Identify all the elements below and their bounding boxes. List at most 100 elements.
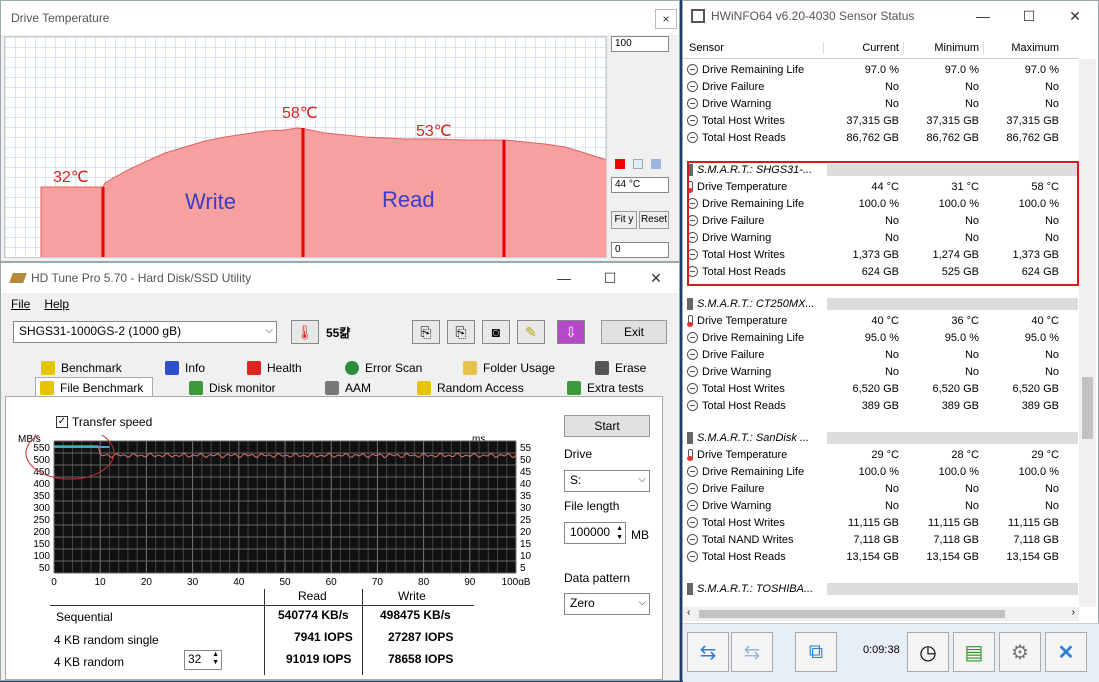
color-swatch-blue[interactable]	[651, 159, 661, 169]
sensor-row[interactable]: Drive Remaining Life 100.0 % 100.0 % 100.0 …	[683, 463, 1078, 480]
clock-icon[interactable]: ◷	[907, 632, 949, 672]
sensor-row[interactable]: Drive Temperature 40 °C 36 °C 40 °C	[683, 312, 1078, 329]
sensor-row[interactable]: Drive Failure No No No	[683, 346, 1078, 363]
hdtune-app-icon	[9, 273, 27, 283]
vertical-scroll-thumb[interactable]	[1082, 377, 1093, 439]
file-length-input[interactable]: 100000 ▲ ▼	[564, 522, 626, 544]
random-access-icon	[417, 381, 431, 395]
hwinfo-footer: ⇆ ⇆ ⧉ 0:09:38 ◷ ▤ ⚙ ✕	[683, 623, 1099, 682]
hwinfo-close-button[interactable]: ✕	[1052, 1, 1098, 31]
log-file-icon[interactable]: ▤	[953, 632, 995, 672]
tab-error-scan[interactable]: Error Scan	[341, 358, 422, 378]
queue-depth-stepper[interactable]: 32 ▲ ▼	[184, 650, 222, 670]
scroll-right-icon[interactable]: ›	[1072, 607, 1075, 618]
col-read-header: Read	[298, 589, 327, 603]
start-button[interactable]: Start	[564, 415, 650, 437]
tab-file-benchmark[interactable]: File Benchmark	[35, 377, 153, 397]
drive-temp-close-button[interactable]: ×	[655, 9, 677, 29]
chart-x-tick: 60	[326, 577, 338, 585]
sensor-row[interactable]: Total Host Reads 13,154 GB 13,154 GB 13,154…	[683, 548, 1078, 565]
sensor-row[interactable]: Drive Remaining Life 97.0 % 97.0 % 97.0 %	[683, 61, 1078, 78]
hdtune-menubar: File Help	[1, 293, 679, 315]
close-button[interactable]: ✕	[633, 263, 679, 293]
col-current[interactable]: Current	[823, 41, 903, 54]
sensor-row[interactable]: Drive Warning No No No	[683, 497, 1078, 514]
hwinfo-maximize-button[interactable]: ☐	[1006, 1, 1052, 31]
sensor-row[interactable]: Total Host Reads 389 GB 389 GB 389 GB	[683, 397, 1078, 414]
exit-button[interactable]: Exit	[601, 320, 667, 344]
transfer-speed-checkbox[interactable]: ✓ Transfer speed	[56, 415, 152, 429]
reset-button[interactable]: Reset	[639, 211, 669, 229]
chart-x-tick: 20	[141, 577, 153, 585]
sensor-row[interactable]: Total Host Writes 11,115 GB 11,115 GB 11,11…	[683, 514, 1078, 531]
tab-random-access[interactable]: Random Access	[413, 378, 524, 398]
sensor-row[interactable]: Drive Failure No No No	[683, 78, 1078, 95]
col-sensor[interactable]: Sensor	[683, 42, 823, 54]
hwinfo-minimize-button[interactable]: —	[960, 1, 1006, 31]
sensor-row[interactable]: Drive Failure No No No	[683, 480, 1078, 497]
collapse-arrows-icon[interactable]: ⇆	[731, 632, 773, 672]
sensor-name: Total Host Reads	[683, 551, 823, 563]
sensor-name: Drive Remaining Life	[683, 332, 823, 344]
drive-select[interactable]: SHGS31-1000GS-2 (1000 gB) ⌵	[13, 321, 277, 343]
tab-extra-tests[interactable]: Extra tests	[563, 378, 644, 398]
sensor-row[interactable]: Total Host Writes 6,520 GB 6,520 GB 6,520 G…	[683, 380, 1078, 397]
tab-benchmark[interactable]: Benchmark	[37, 358, 122, 378]
sensor-current: 86,762 GB	[846, 131, 899, 144]
maximize-button[interactable]: ☐	[587, 263, 633, 293]
camera-icon[interactable]: ◙	[482, 320, 510, 344]
expand-arrows-icon[interactable]: ⇆	[687, 632, 729, 672]
sensor-row[interactable]: Total Host Reads 86,762 GB 86,762 GB 86,762…	[683, 129, 1078, 146]
menu-file[interactable]: File	[11, 297, 30, 311]
health-plus-icon	[247, 361, 261, 375]
copy-icon[interactable]: ⎘	[412, 320, 440, 344]
menu-help[interactable]: Help	[44, 297, 69, 311]
sensor-row[interactable]: Drive Temperature 29 °C 28 °C 29 °C	[683, 446, 1078, 463]
tab-health[interactable]: Health	[243, 358, 302, 378]
chart-y-right-tick: 55	[520, 443, 532, 454]
chart-y-left-tick: 350	[33, 491, 50, 502]
group-separator	[827, 432, 1078, 444]
tab-disk-monitor[interactable]: Disk monitor	[185, 378, 276, 398]
horizontal-scrollbar[interactable]: ‹ ›	[683, 607, 1079, 621]
temp-min-field[interactable]: 0	[611, 242, 669, 258]
tab-erase[interactable]: Erase	[591, 358, 646, 378]
close-x-icon[interactable]: ✕	[1045, 632, 1087, 672]
sensor-circle-icon	[687, 551, 698, 562]
sensor-current: No	[884, 97, 899, 110]
settings-gear-icon[interactable]: ⚙	[999, 632, 1041, 672]
color-swatch-light[interactable]	[633, 159, 643, 169]
temp-label-58: 58℃	[282, 105, 318, 122]
sensor-current: 97.0 %	[864, 63, 899, 76]
sensor-row[interactable]: Drive Warning No No No	[683, 95, 1078, 112]
sensor-row[interactable]: Drive Remaining Life 95.0 % 95.0 % 95.0 %	[683, 329, 1078, 346]
read-phase-label: Read	[382, 187, 435, 212]
temp-max-field[interactable]: 100	[611, 36, 669, 52]
options-icon[interactable]: ✎	[517, 320, 545, 344]
vertical-scrollbar[interactable]	[1079, 59, 1096, 607]
download-icon[interactable]: ⇩	[557, 320, 585, 344]
sensor-group-header[interactable]: S.M.A.R.T.: CT250MX...	[687, 295, 1078, 312]
sensor-group-header[interactable]: S.M.A.R.T.: SanDisk ...	[687, 429, 1078, 446]
sensor-name: Total Host Writes	[683, 383, 823, 395]
tab-info[interactable]: Info	[161, 358, 205, 378]
col-maximum[interactable]: Maximum	[983, 41, 1063, 54]
sensor-row[interactable]: Total NAND Writes 7,118 GB 7,118 GB 7,118 G…	[683, 531, 1078, 548]
row-4k-random-write: 78658 IOPS	[388, 652, 454, 666]
tab-aam[interactable]: AAM	[321, 378, 371, 398]
sensor-group-header[interactable]: S.M.A.R.T.: TOSHIBA...	[687, 580, 1078, 597]
copy-all-icon[interactable]: ⎘	[447, 320, 475, 344]
fit-y-button[interactable]: Fit y	[611, 211, 637, 229]
scroll-left-icon[interactable]: ‹	[687, 607, 690, 618]
sensor-row[interactable]: Total Host Writes 37,315 GB 37,315 GB 37,31…	[683, 112, 1078, 129]
col-minimum[interactable]: Minimum	[903, 41, 983, 54]
color-swatch-red[interactable]	[615, 159, 625, 169]
row-sequential-write: 498475 KB/s	[380, 608, 451, 622]
tab-folder-usage[interactable]: Folder Usage	[459, 358, 555, 378]
horizontal-scroll-thumb[interactable]	[699, 610, 1005, 618]
drive-letter-select[interactable]: S: ⌵	[564, 470, 650, 492]
minimize-button[interactable]: —	[541, 263, 587, 293]
network-icon[interactable]: ⧉	[795, 632, 837, 672]
data-pattern-select[interactable]: Zero ⌵	[564, 593, 650, 615]
sensor-row[interactable]: Drive Warning No No No	[683, 363, 1078, 380]
